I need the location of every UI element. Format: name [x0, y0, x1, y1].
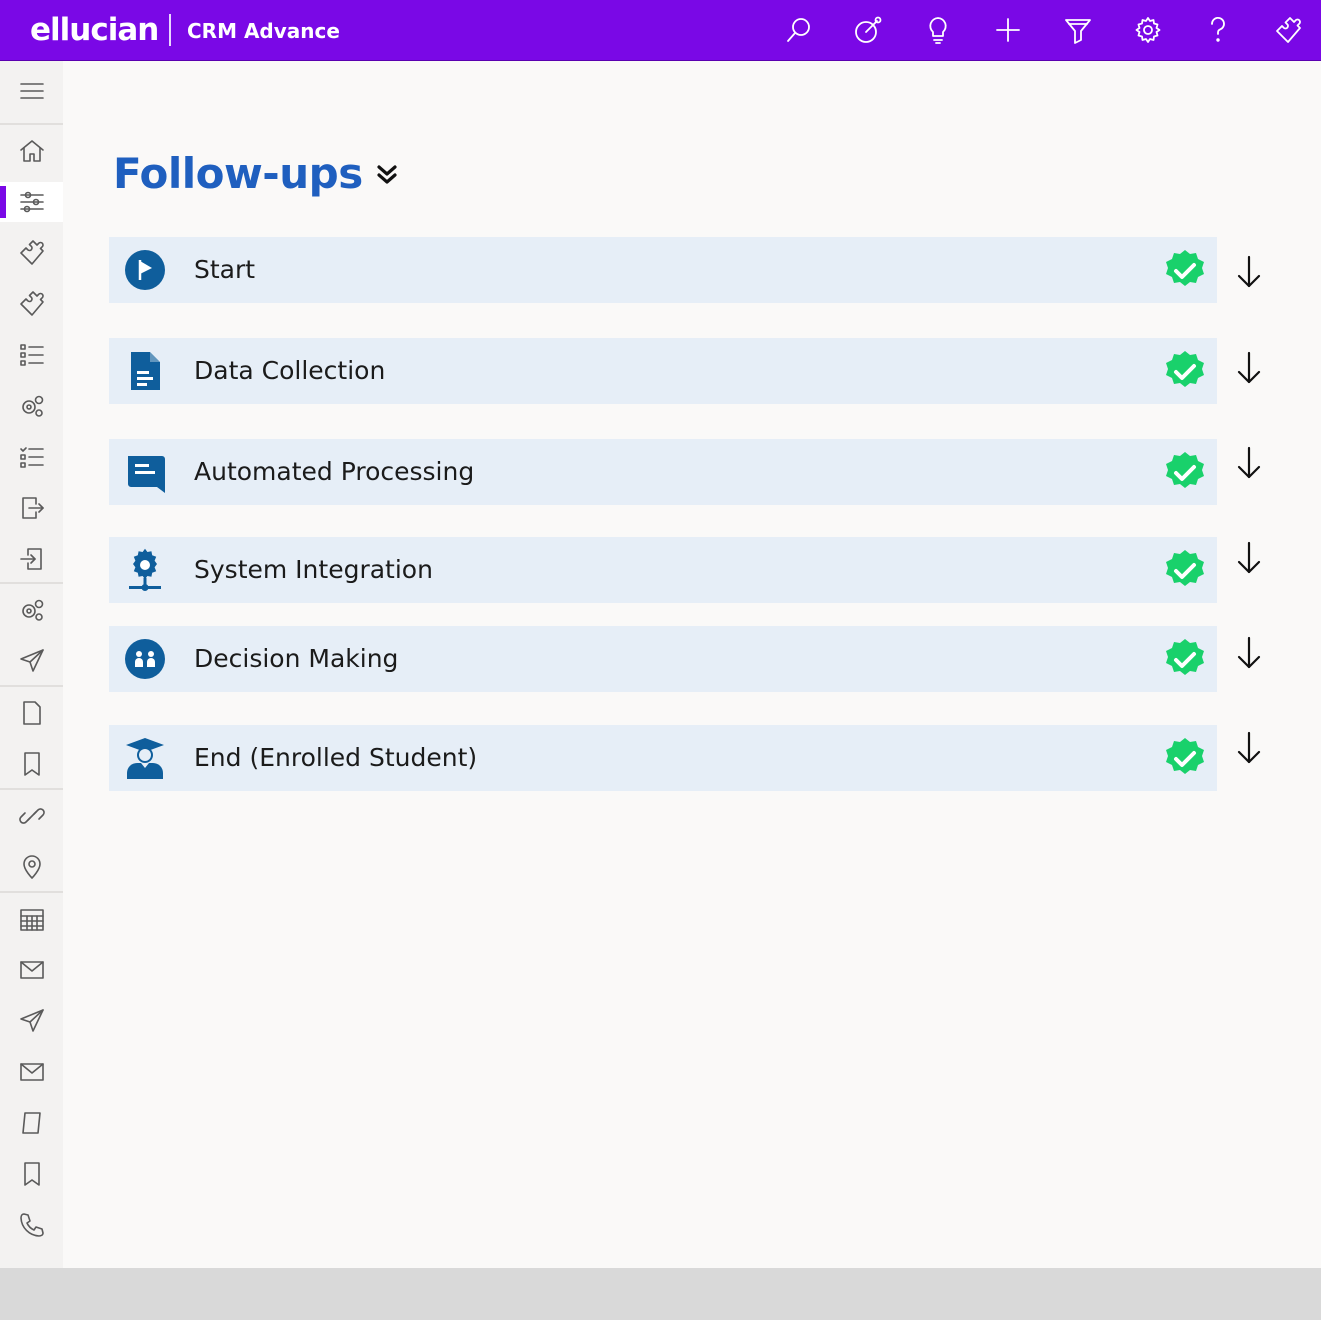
- flag-circle-icon: [123, 248, 167, 292]
- import-icon[interactable]: [0, 539, 63, 579]
- help-icon[interactable]: [1200, 12, 1236, 48]
- filter-icon[interactable]: [1060, 12, 1096, 48]
- sidebar-divider: [0, 685, 63, 687]
- puzzle-icon[interactable]: [1270, 12, 1306, 48]
- send-icon[interactable]: [0, 1001, 63, 1041]
- location-icon[interactable]: [0, 847, 63, 887]
- page-title: Follow-ups: [113, 149, 363, 198]
- sidebar-divider: [0, 582, 63, 584]
- step-label: Decision Making: [194, 644, 399, 673]
- search-icon[interactable]: [781, 12, 817, 48]
- send-icon[interactable]: [0, 641, 63, 681]
- check-badge-icon: [1163, 548, 1207, 592]
- check-badge-icon: [1163, 637, 1207, 681]
- arrow-down-icon[interactable]: [1232, 348, 1266, 388]
- plus-icon[interactable]: [990, 12, 1026, 48]
- top-bar: ellucian CRM Advance: [0, 0, 1321, 61]
- document-icon[interactable]: [0, 693, 63, 733]
- chat-icon: [123, 450, 167, 494]
- link-icon[interactable]: [0, 796, 63, 836]
- graduate-icon: [123, 736, 167, 780]
- arrow-down-icon[interactable]: [1232, 728, 1266, 768]
- puzzle-icon[interactable]: [0, 284, 63, 324]
- mail-icon[interactable]: [0, 950, 63, 990]
- sidebar-divider: [0, 788, 63, 790]
- step-system-integration[interactable]: System Integration: [109, 537, 1217, 603]
- arrow-down-icon[interactable]: [1232, 252, 1266, 292]
- step-end-enrolled-student[interactable]: End (Enrolled Student): [109, 725, 1217, 791]
- bookmark-icon[interactable]: [0, 744, 63, 784]
- arrow-down-icon[interactable]: [1232, 633, 1266, 673]
- arrow-down-icon[interactable]: [1232, 538, 1266, 578]
- home-icon[interactable]: [0, 131, 63, 171]
- check-badge-icon: [1163, 450, 1207, 494]
- lightbulb-icon[interactable]: [920, 12, 956, 48]
- step-automated-processing[interactable]: Automated Processing: [109, 439, 1217, 505]
- export-icon[interactable]: [0, 488, 63, 528]
- check-badge-icon: [1163, 349, 1207, 393]
- footer-bar: [0, 1268, 1321, 1320]
- sidebar-divider: [0, 891, 63, 893]
- document-icon[interactable]: [0, 1103, 63, 1143]
- sidebar-divider: [0, 123, 63, 125]
- logo-divider: [169, 14, 171, 46]
- step-label: Automated Processing: [194, 457, 475, 486]
- gears-icon[interactable]: [0, 590, 63, 630]
- menu-icon[interactable]: [0, 71, 63, 111]
- product-name: CRM Advance: [187, 19, 340, 43]
- puzzle-icon[interactable]: [0, 233, 63, 273]
- step-start[interactable]: Start: [109, 237, 1217, 303]
- people-circle-icon: [123, 637, 167, 681]
- check-badge-icon: [1163, 736, 1207, 780]
- list-icon[interactable]: [0, 335, 63, 375]
- gears-icon[interactable]: [0, 386, 63, 426]
- step-label: End (Enrolled Student): [194, 743, 478, 772]
- bookmark-icon[interactable]: [0, 1154, 63, 1194]
- sidebar: [0, 61, 63, 1268]
- ellucian-logo[interactable]: ellucian: [30, 12, 159, 48]
- step-decision-making[interactable]: Decision Making: [109, 626, 1217, 692]
- step-label: Start: [194, 255, 256, 284]
- phone-icon[interactable]: [0, 1205, 63, 1245]
- chevron-double-down-icon[interactable]: [372, 160, 402, 190]
- gear-icon[interactable]: [1130, 12, 1166, 48]
- check-badge-icon: [1163, 248, 1207, 292]
- step-label: Data Collection: [194, 356, 386, 385]
- arrow-down-icon[interactable]: [1232, 443, 1266, 483]
- sliders-icon[interactable]: [0, 182, 63, 222]
- step-label: System Integration: [194, 555, 433, 584]
- calendar-icon[interactable]: [0, 899, 63, 939]
- checklist-icon[interactable]: [0, 437, 63, 477]
- target-icon[interactable]: [850, 12, 886, 48]
- gear-network-icon: [123, 548, 167, 592]
- document-icon: [123, 349, 167, 393]
- step-data-collection[interactable]: Data Collection: [109, 338, 1217, 404]
- mail-icon[interactable]: [0, 1052, 63, 1092]
